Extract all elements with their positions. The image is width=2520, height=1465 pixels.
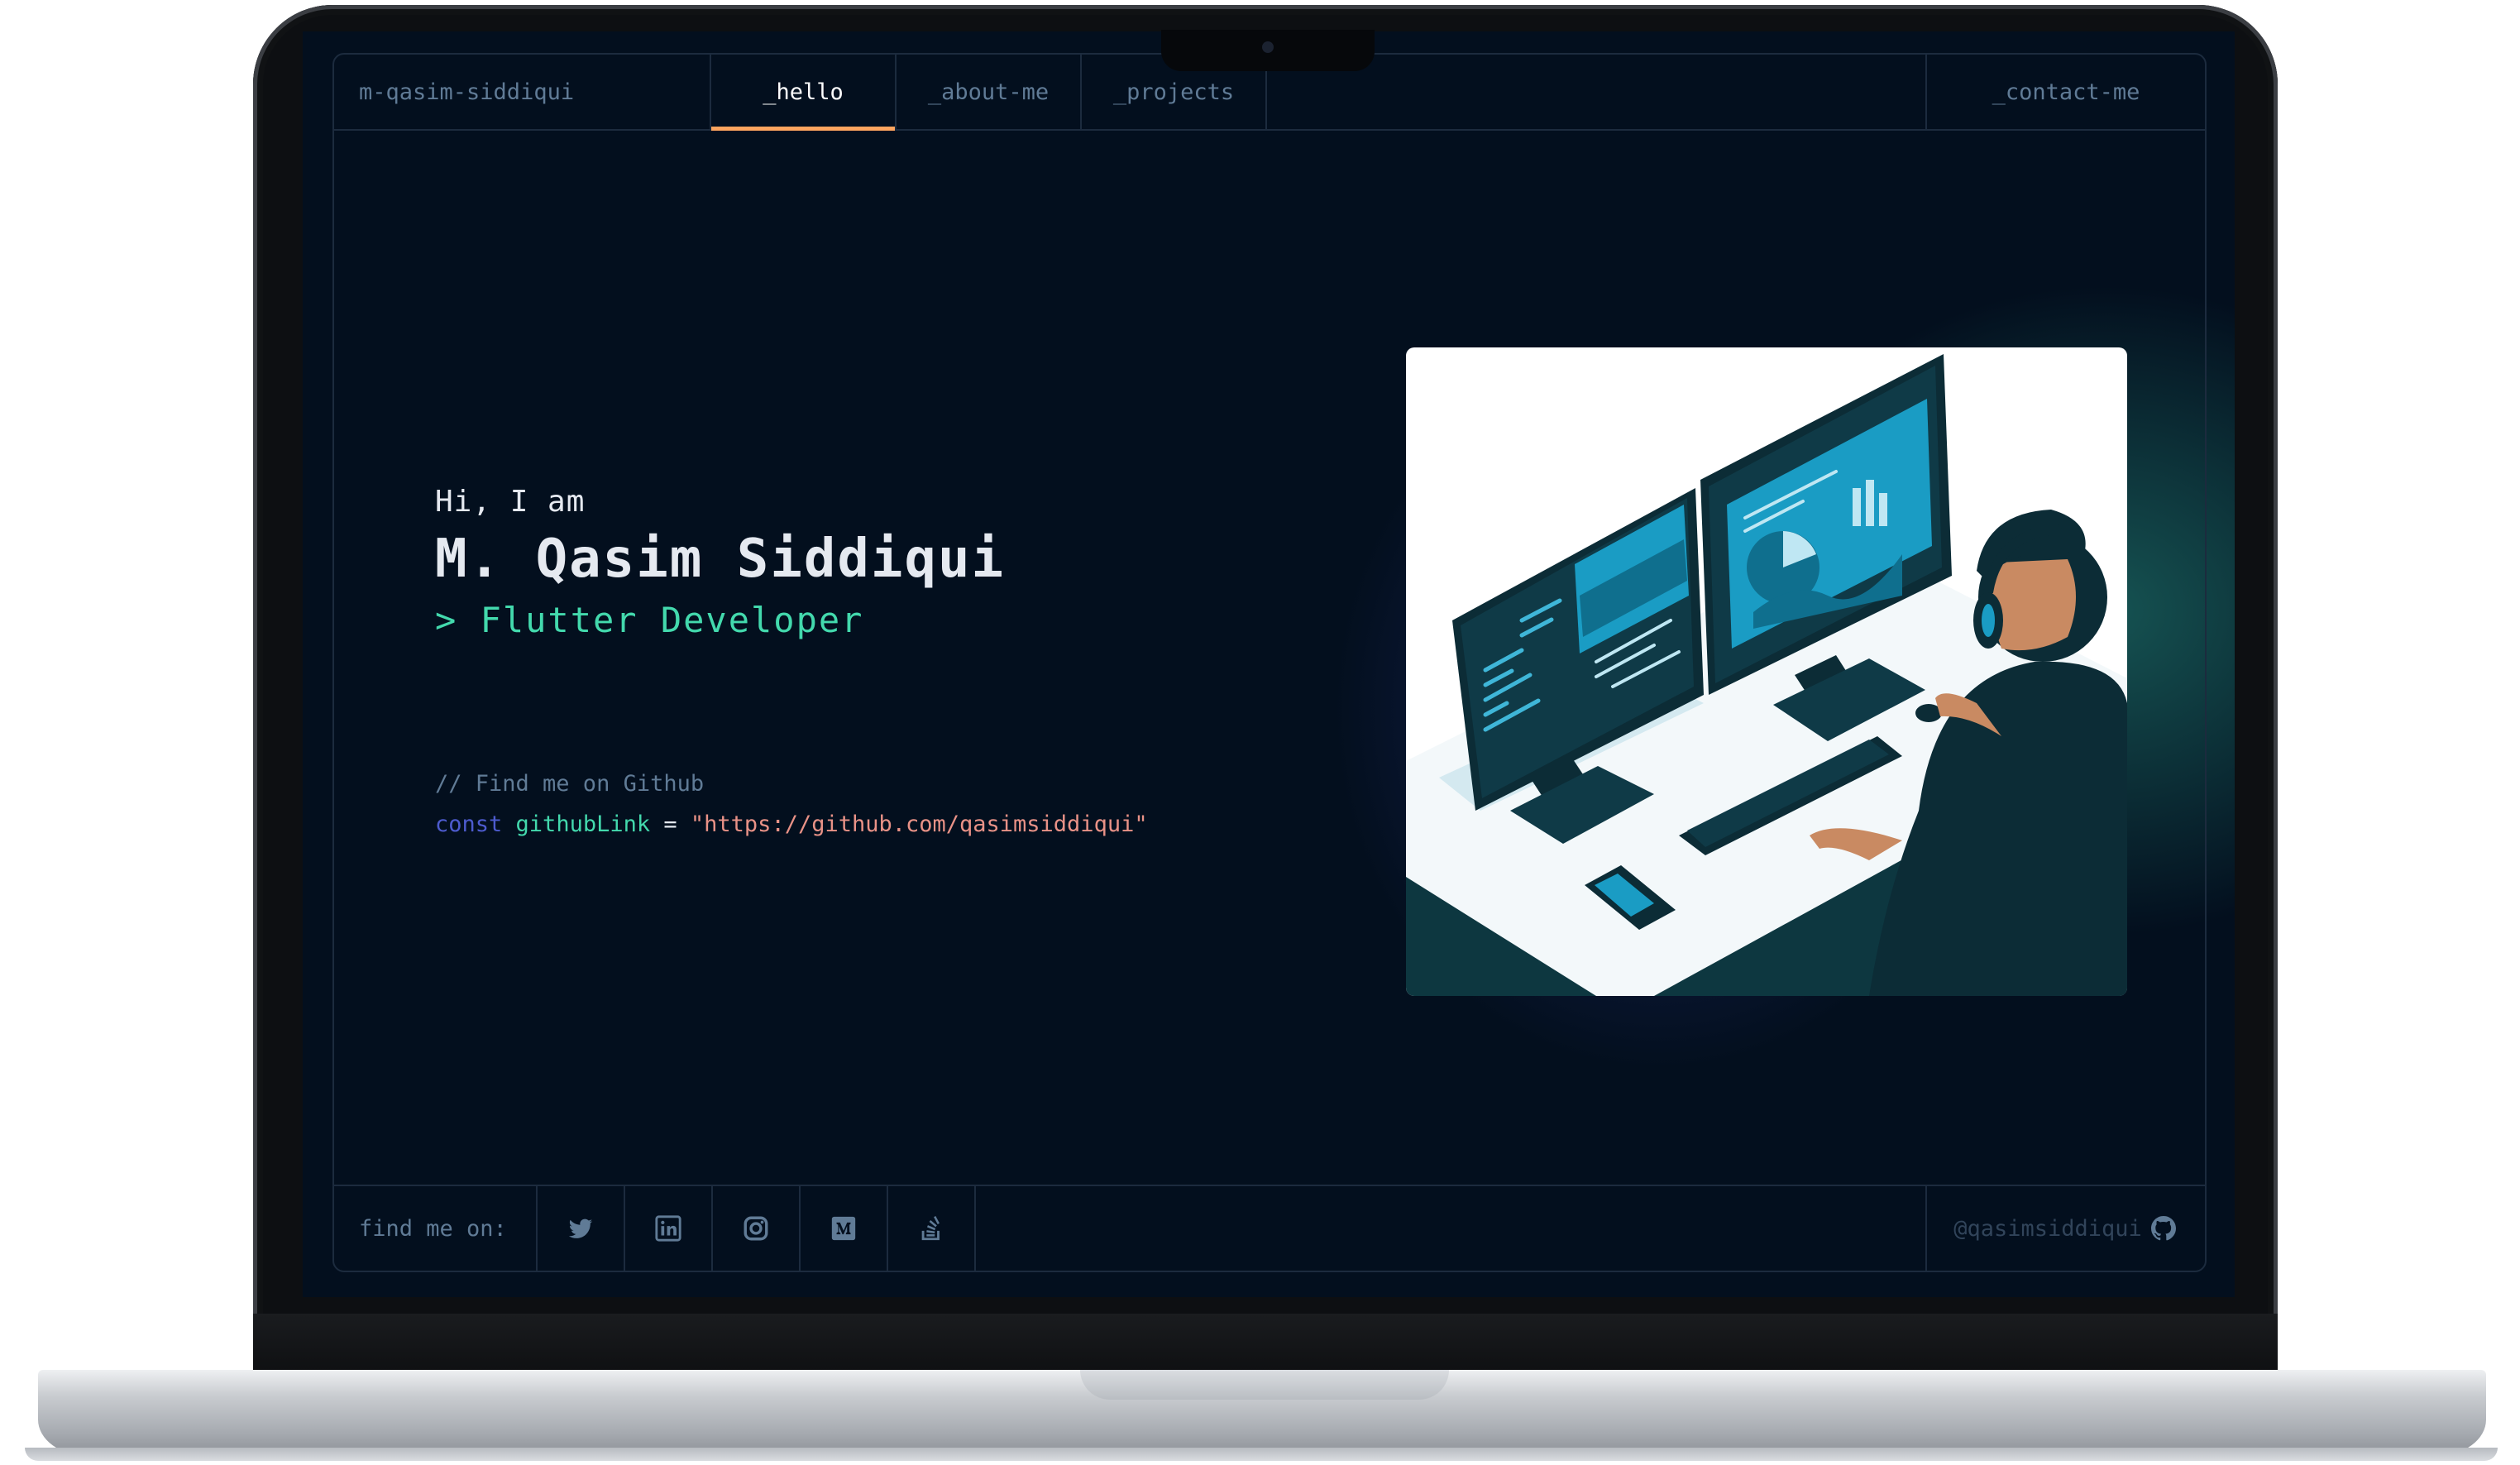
github-handle: @qasimsiddiqui	[1953, 1215, 2142, 1242]
footer-spacer	[976, 1186, 1925, 1271]
instagram-icon	[744, 1216, 768, 1241]
code-variable: githubLink	[515, 811, 651, 837]
hero-section: Hi, I am M. Qasim Siddiqui > Flutter Dev…	[435, 485, 1005, 640]
code-keyword: const	[435, 811, 503, 837]
code-operator: =	[663, 811, 677, 837]
developer-illustration	[1406, 347, 2127, 996]
linkedin-link[interactable]	[625, 1186, 713, 1271]
medium-icon	[831, 1216, 856, 1241]
stackoverflow-link[interactable]	[888, 1186, 976, 1271]
code-line: const githubLink = "https://github.com/q…	[435, 811, 1148, 837]
code-snippet: // Find me on Github const githubLink = …	[435, 771, 1148, 837]
person-name: M. Qasim Siddiqui	[435, 529, 1006, 590]
tab-contact-me[interactable]: _contact-me	[1925, 55, 2205, 129]
twitter-link[interactable]	[538, 1186, 625, 1271]
github-icon	[2150, 1216, 2176, 1241]
medium-link[interactable]	[801, 1186, 888, 1271]
github-profile-link[interactable]: @qasimsiddiqui	[1925, 1186, 2205, 1271]
tab-about-me[interactable]: _about-me	[897, 55, 1082, 129]
github-link[interactable]: "https://github.com/qasimsiddiqui"	[691, 811, 1148, 837]
code-comment: // Find me on Github	[435, 771, 705, 797]
instagram-link[interactable]	[713, 1186, 801, 1271]
stackoverflow-icon	[921, 1216, 940, 1241]
footer-bar: find me on: @qasimsiddiqui	[334, 1185, 2205, 1271]
laptop-thumb-notch	[1080, 1370, 1449, 1400]
tab-hello[interactable]: _hello	[711, 55, 897, 131]
site-logo[interactable]: m-qasim-siddiqui	[334, 55, 711, 129]
camera-icon	[1262, 41, 1274, 53]
twitter-icon	[568, 1218, 593, 1238]
role-title: > Flutter Developer	[435, 600, 864, 640]
linkedin-icon	[655, 1215, 681, 1242]
portfolio-window: m-qasim-siddiqui _hello _about-me _proje…	[332, 53, 2207, 1272]
greeting-text: Hi, I am	[435, 485, 586, 519]
developer-at-workstation-illustration	[1406, 354, 2127, 996]
find-me-label: find me on:	[334, 1186, 538, 1271]
laptop-base-edge	[25, 1448, 2498, 1461]
laptop-screen: m-qasim-siddiqui _hello _about-me _proje…	[303, 31, 2235, 1297]
